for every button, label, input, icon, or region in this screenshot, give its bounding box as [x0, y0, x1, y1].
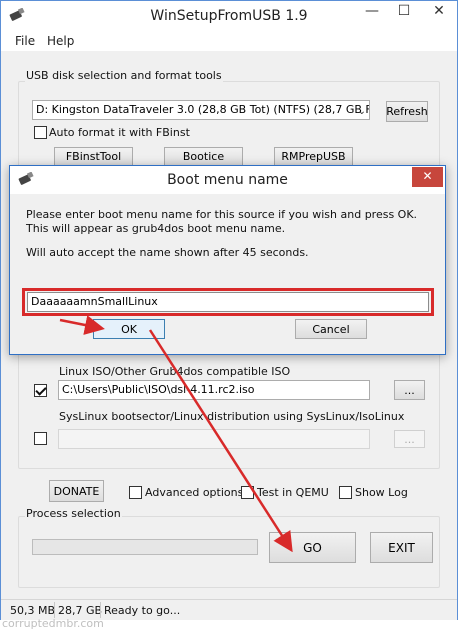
arrow-to-go [148, 329, 293, 553]
watermark-bar: corruptedmbr.com [0, 617, 458, 630]
annotation-arrows [59, 315, 293, 553]
arrow-to-ok [59, 315, 105, 335]
watermark-text: corruptedmbr.com [2, 617, 104, 630]
